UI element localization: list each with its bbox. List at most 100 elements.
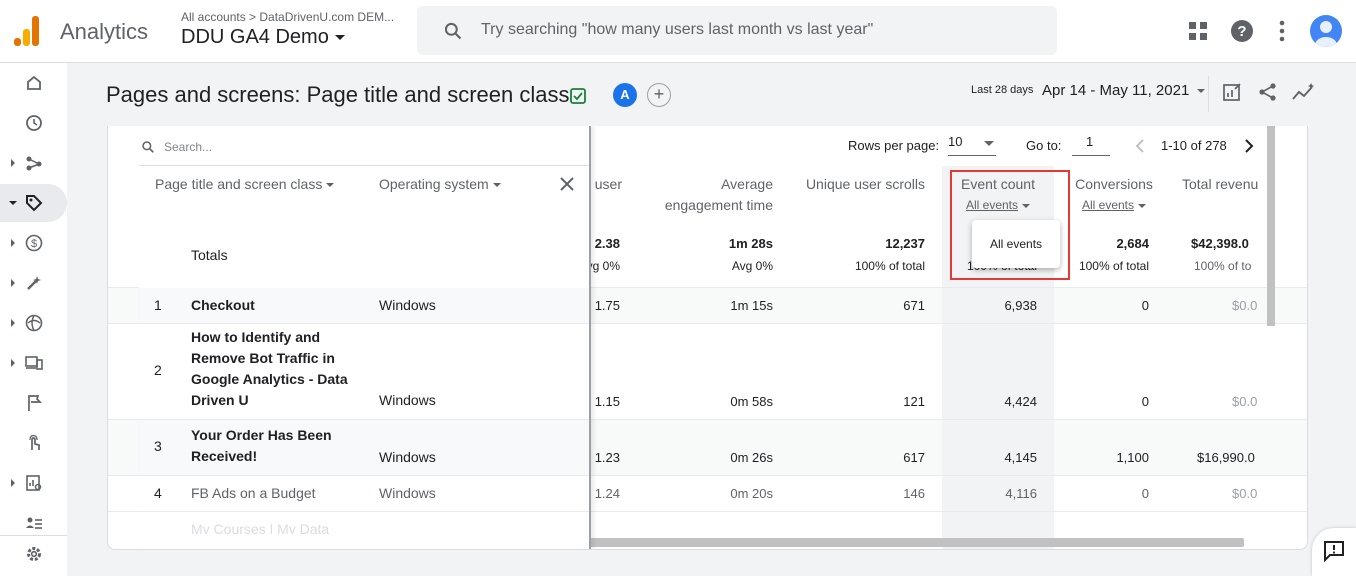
comparison-chip[interactable]: A (613, 83, 637, 107)
total-revenue-sub: 100% of to (1194, 259, 1252, 273)
nav-conversions[interactable] (0, 424, 67, 462)
conversion-filter-select[interactable]: All events (1064, 195, 1164, 216)
header-divider (1208, 76, 1209, 112)
nav-realtime[interactable] (0, 104, 67, 142)
table-row[interactable]: My Courses | My Data (139, 512, 589, 534)
date-range-picker[interactable]: Apr 14 - May 11, 2021 (1042, 82, 1206, 99)
row-page-title[interactable]: Checkout (191, 295, 361, 316)
expand-arrow-icon (11, 359, 15, 367)
nav-explore[interactable] (0, 464, 67, 502)
cell-event-count: 4,116 (1005, 486, 1037, 501)
table-row[interactable]: 4 FB Ads on a Budget Windows (139, 476, 589, 512)
cell-conversions: 1,100 (1116, 450, 1149, 465)
share-icon (26, 156, 42, 171)
cell-unique-scrolls: 121 (903, 394, 925, 409)
header-label: Page title and screen class (155, 176, 323, 192)
previous-page-icon[interactable] (1134, 138, 1146, 154)
table-row[interactable]: 1 Checkout Windows (139, 288, 589, 324)
row-number: 2 (154, 362, 162, 378)
cell-unique-scrolls: 671 (903, 298, 925, 313)
row-page-title[interactable]: How to Identify and Remove Bot Traffic i… (191, 327, 361, 411)
customize-report-icon[interactable] (1222, 82, 1242, 102)
nav-lifecycle[interactable] (0, 144, 67, 182)
row-number: 4 (154, 485, 162, 501)
more-vert-icon[interactable] (1278, 20, 1286, 42)
rows-per-page-select[interactable]: 10 (948, 134, 996, 156)
help-icon[interactable]: ? (1230, 19, 1254, 43)
search-input[interactable]: Try searching "how many users last month… (481, 21, 873, 39)
chevron-down-icon (1138, 203, 1147, 208)
touch-icon (29, 434, 40, 450)
header-label: Operating system (379, 176, 489, 192)
table-search-input[interactable]: Search... (164, 140, 212, 154)
nav-admin[interactable] (0, 536, 67, 574)
home-icon (27, 75, 41, 90)
chevron-down-icon (334, 35, 345, 41)
nav-tech[interactable] (0, 344, 67, 382)
total-conversions: 2,684 (1116, 236, 1149, 251)
apps-grid-icon[interactable] (1188, 21, 1208, 41)
chevron-down-icon (492, 183, 501, 188)
table-search[interactable]: Search... (139, 126, 589, 166)
next-page-icon[interactable] (1243, 138, 1255, 154)
search-bar[interactable]: Try searching "how many users last month… (417, 6, 1057, 55)
nav-home[interactable] (0, 64, 67, 102)
row-number: 3 (154, 438, 162, 454)
feedback-button[interactable] (1312, 528, 1356, 576)
expand-arrow-icon (11, 279, 15, 287)
column-header-unique-scrolls[interactable]: Unique user scrolls (788, 174, 925, 195)
rows-per-page-value: 10 (948, 134, 963, 149)
table-row[interactable]: 2 How to Identify and Remove Bot Traffic… (139, 324, 589, 420)
insights-icon[interactable] (1292, 82, 1316, 102)
dollar-icon: $ (25, 234, 43, 252)
row-page-title[interactable]: FB Ads on a Budget (191, 483, 361, 504)
total-unique-scrolls: 12,237 (885, 236, 925, 251)
devices-icon (25, 356, 43, 370)
cell-revenue: $0.0 (1232, 298, 1258, 313)
top-app-bar: Analytics All accounts > DataDrivenU.com… (0, 0, 1356, 63)
expand-arrow-icon (9, 201, 17, 205)
analytics-logo[interactable] (14, 16, 42, 46)
column-header-page-title[interactable]: Page title and screen class (155, 176, 335, 192)
tag-icon (26, 195, 43, 212)
vertical-scrollbar[interactable] (1267, 126, 1275, 326)
nav-retention[interactable] (0, 264, 67, 302)
header-line: engagement time (664, 197, 773, 213)
nav-demographics[interactable] (0, 304, 67, 342)
total-conversions-sub: 100% of total (1078, 259, 1149, 273)
feedback-icon (1324, 541, 1344, 562)
goto-label: Go to: (1026, 138, 1062, 153)
account-avatar[interactable] (1310, 15, 1342, 47)
goto-page-input[interactable]: 1 (1072, 134, 1110, 156)
svg-text:$: $ (31, 238, 37, 250)
cell-revenue: $0.0 (1232, 486, 1258, 501)
page-title: Pages and screens: Page title and screen… (106, 82, 570, 107)
cell-revenue: $16,990.0 (1197, 450, 1255, 465)
column-header-conversions[interactable]: Conversions All events (1064, 174, 1164, 216)
search-icon (142, 141, 154, 153)
wand-icon (27, 276, 41, 290)
row-page-title[interactable]: My Courses | My Data (191, 519, 361, 534)
expand-arrow-icon (11, 239, 15, 247)
column-header-revenue[interactable]: Total revenu (1172, 174, 1268, 195)
cell-conversions: 0 (1141, 298, 1149, 313)
table-row[interactable]: 3 Your Order Has Been Received! Windows (139, 420, 589, 476)
cell-avg-engagement: 0m 26s (730, 450, 773, 465)
report-check-icon[interactable] (569, 87, 587, 105)
nav-events[interactable] (0, 384, 67, 422)
date-range-label: Last 28 days (971, 84, 1034, 96)
app-name: Analytics (60, 19, 149, 44)
row-operating-system: Windows (379, 485, 436, 501)
nav-engagement[interactable] (0, 184, 67, 222)
close-icon[interactable] (559, 176, 575, 192)
column-header-avg-engagement[interactable]: Average engagement time (638, 174, 773, 216)
breadcrumb[interactable]: All accounts > DataDrivenU.com DEM... (181, 10, 394, 24)
column-header-operating-system[interactable]: Operating system (379, 176, 501, 192)
property-name: DDU GA4 Demo (181, 26, 329, 48)
property-selector[interactable]: DDU GA4 Demo (181, 26, 345, 49)
nav-monetization[interactable]: $ (0, 224, 67, 262)
row-page-title[interactable]: Your Order Has Been Received! (191, 425, 361, 467)
add-comparison-button[interactable]: + (647, 83, 671, 107)
rows-per-page-label: Rows per page: (848, 138, 940, 153)
share-icon[interactable] (1258, 82, 1278, 102)
